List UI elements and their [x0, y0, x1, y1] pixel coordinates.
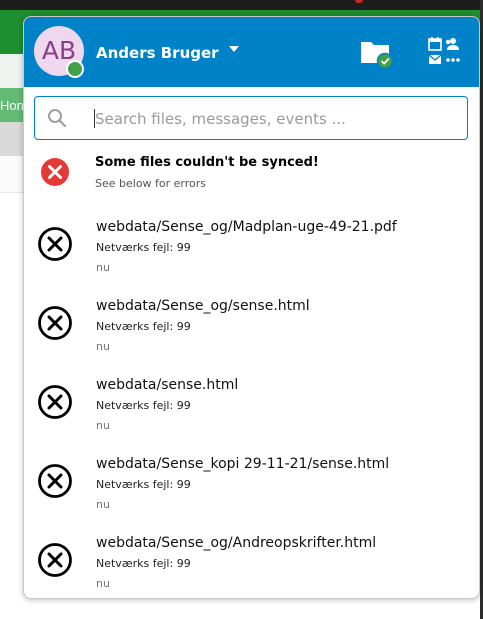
- list-item[interactable]: webdata/Sense_og/Andreopskrifter.html Ne…: [24, 523, 479, 598]
- timestamp: nu: [96, 498, 110, 511]
- search-box[interactable]: [34, 96, 468, 140]
- error-message: Netværks fejl: 99: [96, 399, 191, 412]
- background-titlebar: [0, 0, 483, 10]
- account-name[interactable]: Anders Bruger: [96, 44, 219, 62]
- file-path: webdata/Sense_kopi 29-11-21/sense.html: [96, 456, 390, 472]
- calendar-contacts-mail-more-icon[interactable]: [426, 35, 464, 69]
- file-path: webdata/Sense_og/Madplan-uge-49-21.pdf: [96, 219, 397, 235]
- search-input[interactable]: [93, 105, 457, 133]
- background-tab-label: Hon: [0, 98, 24, 113]
- error-message: Netværks fejl: 99: [96, 241, 191, 254]
- error-x-icon: [38, 227, 72, 261]
- error-x-icon: [38, 464, 72, 498]
- file-path: webdata/Sense_og/Andreopskrifter.html: [96, 535, 377, 551]
- alert-title: Some files couldn't be synced!: [95, 155, 319, 170]
- file-path: webdata/sense.html: [96, 377, 239, 393]
- list-item[interactable]: webdata/Sense_kopi 29-11-21/sense.html N…: [24, 444, 479, 523]
- error-x-icon: [38, 385, 72, 419]
- error-x-icon: [38, 306, 72, 340]
- error-message: Netværks fejl: 99: [96, 320, 191, 333]
- search-icon: [48, 109, 67, 128]
- list-item[interactable]: webdata/sense.html Netværks fejl: 99 nu: [24, 365, 479, 444]
- timestamp: nu: [96, 577, 110, 590]
- list-item[interactable]: webdata/Sense_og/sense.html Netværks fej…: [24, 286, 479, 365]
- folder-sync-ok-icon[interactable]: [358, 37, 394, 69]
- popup-header: AB Anders Bruger: [24, 17, 479, 87]
- timestamp: nu: [96, 419, 110, 432]
- file-path: webdata/Sense_og/sense.html: [96, 298, 310, 314]
- list-item[interactable]: webdata/Sense_og/Madplan-uge-49-21.pdf N…: [24, 207, 479, 286]
- error-message: Netværks fejl: 99: [96, 478, 191, 491]
- error-x-icon: [38, 543, 72, 577]
- sync-error-list: webdata/Sense_og/Madplan-uge-49-21.pdf N…: [24, 207, 479, 598]
- alert-subtitle: See below for errors: [95, 177, 207, 190]
- timestamp: nu: [96, 340, 110, 353]
- online-status-icon: [66, 60, 84, 78]
- timestamp: nu: [96, 261, 110, 274]
- sync-popup: AB Anders Bruger Search files, messages,…: [23, 16, 480, 599]
- sync-error-summary: Some files couldn't be synced! See below…: [24, 147, 479, 197]
- chevron-down-icon[interactable]: [226, 41, 242, 57]
- error-message: Netværks fejl: 99: [96, 557, 191, 570]
- error-circle-icon: [41, 158, 69, 186]
